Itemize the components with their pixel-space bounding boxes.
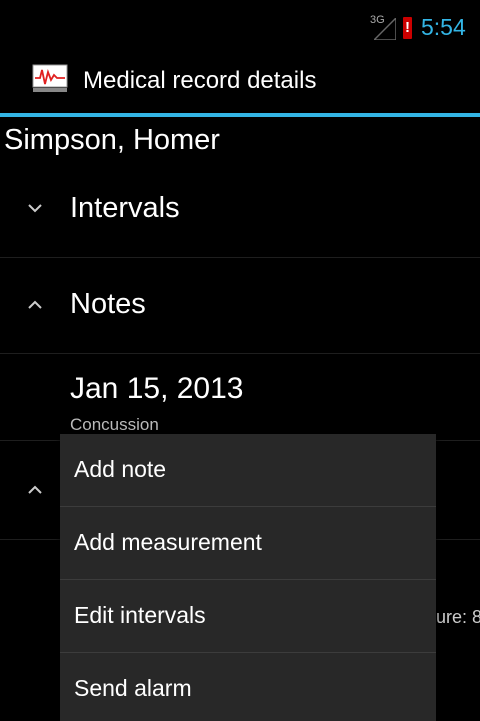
group-notes[interactable]: Notes <box>0 258 480 354</box>
action-bar-divider <box>0 113 480 117</box>
medical-chart-icon[interactable] <box>32 64 68 94</box>
menu-item-add-measurement[interactable]: Add measurement <box>60 507 436 580</box>
chevron-up-icon <box>28 485 42 494</box>
menu-item-edit-intervals[interactable]: Edit intervals <box>60 580 436 653</box>
screen: 3G ! 5:54 Medical record details Simpson… <box>0 0 480 721</box>
status-bar: 3G ! 5:54 <box>0 0 480 50</box>
action-bar: Medical record details <box>0 50 480 113</box>
signal-icon <box>374 18 396 40</box>
menu-item-add-note[interactable]: Add note <box>60 434 436 507</box>
patient-name: Simpson, Homer <box>4 124 220 156</box>
note-description: Concussion <box>70 415 159 434</box>
menu-item-label: Add measurement <box>74 529 262 555</box>
group-label-notes: Notes <box>70 288 146 320</box>
measurement-summary-partial: ure: 8 <box>436 607 480 627</box>
status-time: 5:54 <box>421 14 466 40</box>
group-label-intervals: Intervals <box>70 192 180 224</box>
menu-item-label: Send alarm <box>74 675 192 701</box>
action-bar-title: Medical record details <box>83 67 317 94</box>
group-intervals[interactable]: Intervals <box>0 162 480 258</box>
popup-menu: Add note Add measurement Edit intervals … <box>60 434 436 721</box>
battery-alert-mark: ! <box>405 19 410 36</box>
menu-item-label: Add note <box>74 456 167 482</box>
chevron-up-icon <box>28 300 42 309</box>
menu-item-send-alarm[interactable]: Send alarm <box>60 653 436 721</box>
menu-item-label: Edit intervals <box>74 602 206 628</box>
chevron-down-icon <box>28 204 42 213</box>
note-date: Jan 15, 2013 <box>70 372 244 405</box>
